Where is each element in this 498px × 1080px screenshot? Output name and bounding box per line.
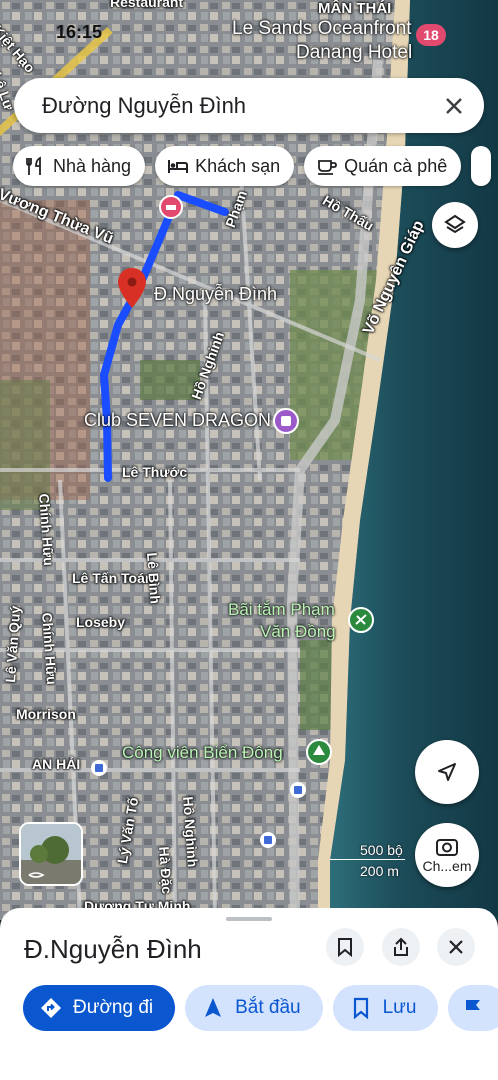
directions-label: Đường đi	[73, 997, 154, 1018]
close-icon	[449, 940, 463, 954]
navigation-arrow-icon	[438, 763, 456, 781]
more-action-button[interactable]	[448, 985, 498, 1031]
save-button[interactable]	[326, 928, 364, 966]
hotel-label-line2[interactable]: Danang Hotel	[296, 42, 412, 64]
start-label: Bắt đầu	[235, 997, 301, 1018]
maps-screen: Le Sands Oceanfront Danang Hotel MÂN THÁ…	[0, 0, 498, 1080]
hotel-marker[interactable]	[159, 195, 183, 219]
coffee-icon	[318, 160, 338, 175]
place-sheet[interactable]: Đ.Nguyễn Đình Đường đi Bắt đầu Lưu	[0, 908, 498, 1080]
chip-cafes[interactable]: Quán cà phê	[304, 146, 462, 186]
close-sheet-button[interactable]	[437, 928, 475, 966]
category-chips: Nhà hàng Khách sạn Quán cà phê	[13, 146, 492, 186]
bus-stop-icon[interactable]	[91, 760, 107, 776]
hotel-icon	[168, 160, 189, 173]
park-marker[interactable]	[306, 739, 332, 765]
bookmark-icon	[338, 938, 352, 957]
beach-label-line1[interactable]: Bãi tắm Phạm	[228, 600, 335, 620]
camera-icon	[436, 839, 458, 856]
area-label: AN HẢI	[32, 756, 81, 772]
scale-metric: 200 m	[360, 863, 399, 879]
start-button[interactable]: Bắt đầu	[185, 985, 323, 1031]
chip-label: Khách sạn	[195, 155, 281, 176]
club-label[interactable]: Club SEVEN DRAGON	[84, 410, 271, 431]
save-label: Lưu	[382, 997, 417, 1018]
map-scale: 500 bộ 200 m	[330, 842, 405, 879]
directions-button[interactable]: Đường đi	[23, 985, 176, 1031]
street-label: Lê Thước	[122, 464, 188, 480]
layers-icon	[444, 214, 466, 234]
street-view-thumbnail[interactable]	[19, 822, 83, 886]
bus-stop-icon[interactable]	[260, 832, 276, 848]
chip-label: Nhà hàng	[53, 155, 132, 176]
scale-imperial: 500 bộ	[330, 842, 405, 860]
close-icon[interactable]	[442, 94, 466, 118]
navigation-icon	[205, 998, 222, 1017]
share-button[interactable]	[382, 928, 420, 966]
lens-label: Ch...em	[422, 858, 472, 874]
flag-icon	[466, 1000, 481, 1017]
lens-button[interactable]: Ch...em	[415, 823, 479, 887]
street-label: Lê Tấn Toán	[72, 570, 154, 586]
street-label: Loseby	[76, 614, 126, 630]
park-label[interactable]: Công viên Biển Đông	[122, 743, 283, 763]
pin-label[interactable]: Đ.Nguyễn Đình	[154, 284, 277, 305]
drag-handle[interactable]	[226, 917, 272, 921]
notification-badge: 18	[416, 24, 446, 46]
rotate-360-icon	[28, 872, 45, 878]
restaurant-label: Restaurant	[110, 0, 184, 10]
bookmark-icon	[353, 997, 368, 1020]
street-label: Morrison	[16, 706, 76, 722]
beach-label-line2[interactable]: Văn Đồng	[260, 622, 336, 642]
chip-restaurants[interactable]: Nhà hàng	[13, 146, 146, 186]
hotel-label-line1[interactable]: Le Sands Oceanfront	[232, 18, 412, 40]
restaurant-icon	[26, 156, 41, 175]
my-location-button[interactable]	[415, 740, 479, 804]
search-bar[interactable]: Đường Nguyễn Đình	[14, 78, 484, 133]
layers-button[interactable]	[432, 202, 478, 248]
area-label: MÂN THÁI	[318, 0, 392, 17]
street-label: Hà Đặc	[156, 846, 176, 895]
status-time: 16:15	[56, 22, 103, 42]
beach-marker[interactable]	[348, 607, 374, 633]
directions-icon	[41, 998, 61, 1018]
place-title: Đ.Nguyễn Đình	[24, 934, 202, 964]
chip-label: Quán cà phê	[344, 155, 448, 176]
club-marker[interactable]	[273, 408, 299, 434]
save-action-button[interactable]: Lưu	[332, 985, 439, 1031]
search-input[interactable]: Đường Nguyễn Đình	[42, 93, 442, 119]
bus-stop-icon[interactable]	[290, 782, 306, 798]
chip-hotels[interactable]: Khách sạn	[155, 146, 295, 186]
share-icon	[394, 937, 408, 956]
chip-more[interactable]	[471, 146, 492, 186]
action-buttons: Đường đi Bắt đầu Lưu	[23, 985, 498, 1031]
